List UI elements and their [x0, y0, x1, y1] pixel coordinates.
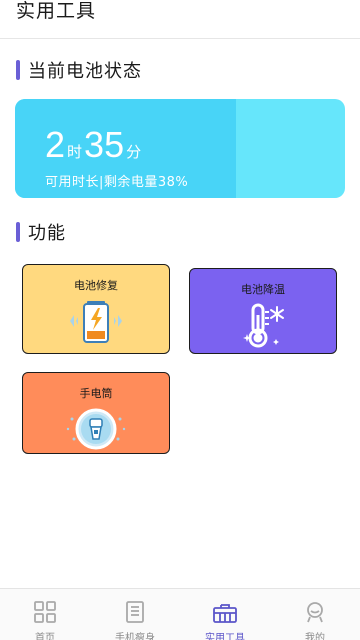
toolbox-icon — [212, 601, 238, 627]
header-divider — [0, 38, 360, 39]
hours-unit: 时 — [67, 143, 83, 161]
page-title: 实用工具 — [16, 0, 97, 22]
flashlight-icon — [48, 405, 144, 455]
battery-status-card[interactable]: 2 时 35 分 可用时长|剩余电量38% — [15, 99, 345, 198]
document-icon — [123, 601, 147, 627]
bottom-navigation: 首页 手机瘦身 实用工具 我的 — [0, 588, 360, 640]
section-accent-bar — [16, 222, 20, 242]
battery-section-heading: 当前电池状态 — [16, 57, 142, 83]
profile-icon — [303, 601, 327, 627]
nav-label-home: 首页 — [35, 633, 55, 640]
battery-repair-icon — [56, 297, 136, 349]
minutes-value: 35 — [84, 124, 125, 165]
nav-item-home[interactable]: 首页 — [0, 589, 90, 640]
thermometer-snow-icon — [223, 301, 303, 353]
nav-label-profile: 我的 — [305, 633, 325, 640]
battery-cooling-label: 电池降温 — [241, 283, 285, 296]
nav-item-tools[interactable]: 实用工具 — [180, 589, 270, 640]
battery-section-title: 当前电池状态 — [28, 61, 142, 82]
battery-cooling-card[interactable]: 电池降温 — [189, 268, 337, 354]
hours-value: 2 — [45, 124, 66, 165]
flashlight-label: 手电筒 — [79, 387, 113, 400]
minutes-unit: 分 — [126, 143, 142, 161]
battery-repair-label: 电池修复 — [74, 279, 118, 292]
nav-item-profile[interactable]: 我的 — [270, 589, 360, 640]
features-section-heading: 功能 — [16, 219, 66, 245]
nav-item-phone-slim[interactable]: 手机瘦身 — [90, 589, 180, 640]
flashlight-card[interactable]: 手电筒 — [22, 372, 170, 454]
nav-label-tools: 实用工具 — [205, 633, 245, 640]
section-accent-bar — [16, 60, 20, 80]
nav-label-phone-slim: 手机瘦身 — [115, 633, 155, 640]
home-grid-icon — [33, 601, 57, 627]
battery-description: 可用时长|剩余电量38% — [45, 175, 189, 190]
battery-repair-card[interactable]: 电池修复 — [22, 264, 170, 354]
remaining-time: 2 时 35 分 — [45, 125, 143, 165]
features-section-title: 功能 — [28, 223, 66, 244]
